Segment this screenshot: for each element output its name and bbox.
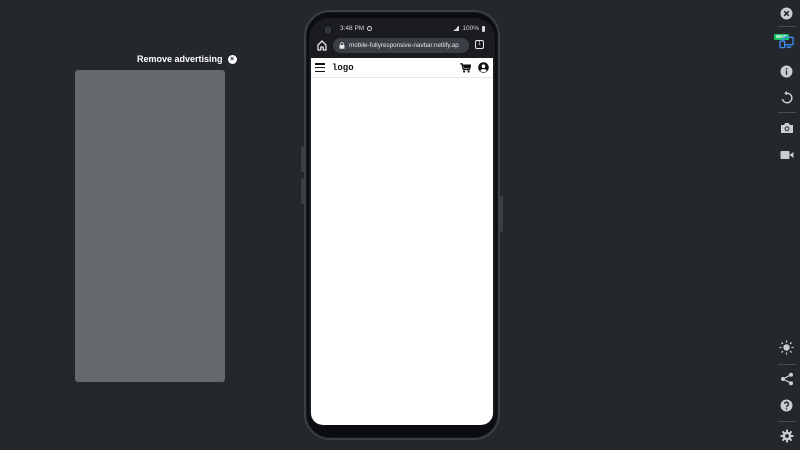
video-record-icon[interactable] <box>779 147 794 162</box>
home-icon[interactable] <box>317 39 327 51</box>
info-icon[interactable] <box>779 64 794 79</box>
brightness-icon[interactable] <box>779 340 794 355</box>
url-text: mobile-fullyresponsive-navbar.netlify.ap <box>349 42 459 49</box>
settings-gear-icon[interactable] <box>779 428 794 443</box>
user-account-icon[interactable] <box>478 62 489 73</box>
address-bar[interactable]: mobile-fullyresponsive-navbar.netlify.ap <box>333 38 469 53</box>
rotate-icon[interactable] <box>779 90 794 105</box>
remove-advertising-label: Remove advertising <box>137 54 223 64</box>
phone-screen: 3:48 PM 100% mobile-fullyresponsive-navb… <box>309 18 495 425</box>
ad-placeholder <box>75 70 225 382</box>
battery-level: 100% <box>462 25 479 32</box>
power-button <box>500 196 503 232</box>
responsive-devices-icon[interactable] <box>779 34 794 49</box>
toolbar-divider <box>778 112 796 113</box>
tabs-icon[interactable]: 1 <box>475 40 484 49</box>
signal-icon <box>453 26 460 31</box>
toolbar-divider <box>778 364 796 365</box>
volume-down-button <box>301 178 304 204</box>
toolbar-divider <box>778 421 796 422</box>
notification-icon <box>367 26 373 31</box>
toolbar-divider <box>778 26 796 27</box>
close-icon[interactable] <box>779 6 794 21</box>
screenshot-camera-icon[interactable] <box>779 120 794 135</box>
hamburger-menu-icon[interactable] <box>315 63 325 73</box>
volume-up-button <box>301 146 304 172</box>
web-page: logo <box>311 58 493 425</box>
site-navbar: logo <box>311 58 493 78</box>
share-icon[interactable] <box>779 371 794 386</box>
lock-icon <box>339 42 345 49</box>
help-icon[interactable] <box>779 398 794 413</box>
browser-toolbar: mobile-fullyresponsive-navbar.netlify.ap… <box>309 36 495 56</box>
site-logo[interactable]: logo <box>332 63 354 73</box>
remove-advertising-link[interactable]: Remove advertising × <box>137 54 237 64</box>
status-time: 3:48 PM <box>340 25 365 32</box>
status-bar: 3:48 PM 100% <box>309 18 495 36</box>
close-ad-icon[interactable]: × <box>227 54 237 64</box>
front-camera <box>325 27 331 33</box>
battery-icon <box>482 25 485 32</box>
shopping-cart-icon[interactable] <box>460 63 471 73</box>
